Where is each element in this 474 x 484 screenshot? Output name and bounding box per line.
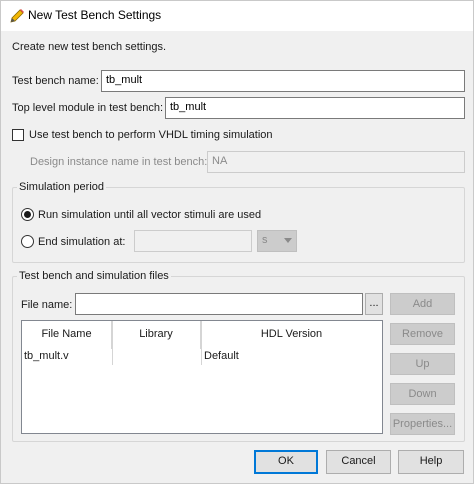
top-level-module-input[interactable]: tb_mult [165,97,465,119]
end-at-input[interactable] [134,230,252,252]
window-title: New Test Bench Settings [28,8,162,22]
simulation-period-title: Simulation period [17,181,106,193]
test-bench-name-input[interactable]: tb_mult [101,70,465,92]
properties-button[interactable]: Properties... [390,413,455,435]
cancel-button[interactable]: Cancel [326,450,391,474]
design-instance-input[interactable]: NA [207,151,465,173]
column-divider [112,321,113,365]
ok-button[interactable]: OK [254,450,318,474]
file-name-input[interactable] [75,293,363,315]
up-button[interactable]: Up [390,353,455,375]
column-divider [201,321,202,365]
design-instance-label: Design instance name in test bench: [30,156,208,168]
time-unit-select[interactable]: s [257,230,297,252]
vhdl-timing-checkbox[interactable] [12,129,24,141]
dialog-window: New Test Bench Settings Create new test … [0,0,474,484]
add-button[interactable]: Add [390,293,455,315]
run-all-label: Run simulation until all vector stimuli … [38,209,262,221]
remove-button[interactable]: Remove [390,323,455,345]
time-unit-value: s [262,234,268,246]
top-level-module-label: Top level module in test bench: [12,102,164,114]
test-bench-name-label: Test bench name: [12,75,99,87]
edit-pencil-icon [10,9,24,23]
down-button[interactable]: Down [390,383,455,405]
row-file-name[interactable]: tb_mult.v [24,345,69,367]
browse-button[interactable]: ... [365,293,383,315]
help-button[interactable]: Help [398,450,464,474]
end-at-radio[interactable] [21,235,34,248]
intro-text: Create new test bench settings. [12,41,167,53]
vhdl-timing-label: Use test bench to perform VHDL timing si… [29,129,273,141]
end-at-label: End simulation at: [38,236,126,248]
chevron-down-icon [284,238,292,243]
simulation-files-title: Test bench and simulation files [17,270,171,282]
title-bar: New Test Bench Settings [1,1,473,31]
run-all-radio[interactable] [21,208,34,221]
file-name-label: File name: [21,299,73,311]
row-hdl-version[interactable]: Default [204,345,239,367]
column-header-library[interactable]: Library [112,321,201,349]
files-table: File Name Library HDL Version tb_mult.v … [21,320,383,434]
